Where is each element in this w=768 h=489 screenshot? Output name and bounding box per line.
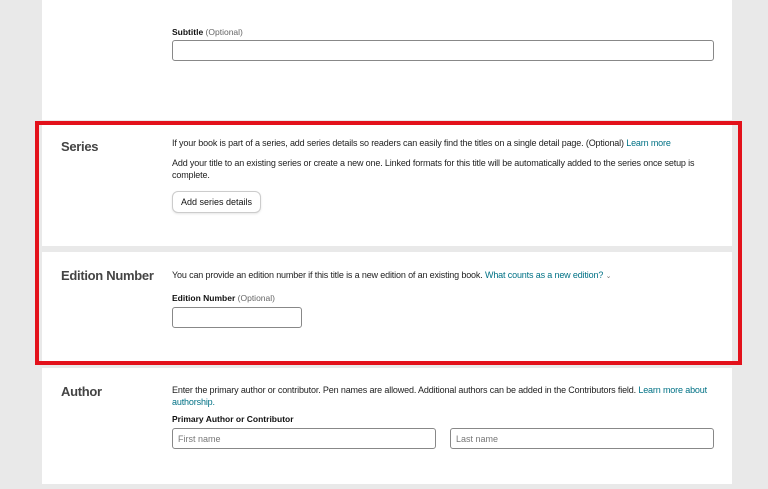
edition-section: Edition Number You can provide an editio… [42, 252, 732, 362]
edition-help-link[interactable]: What counts as a new edition? ⌄ [485, 270, 611, 280]
edition-description: You can provide an edition number if thi… [172, 270, 612, 280]
edition-number-input[interactable] [172, 307, 302, 328]
subtitle-input[interactable] [172, 40, 714, 61]
primary-author-label: Primary Author or Contributor [172, 414, 294, 424]
first-name-input[interactable] [172, 428, 436, 449]
author-description: Enter the primary author or contributor.… [172, 385, 707, 407]
edition-number-label: Edition Number (Optional) [172, 293, 275, 303]
series-heading: Series [61, 139, 99, 154]
series-section: Series If your book is part of a series,… [42, 122, 732, 246]
subtitle-section: Subtitle (Optional) [42, 0, 732, 120]
edition-heading: Edition Number [61, 268, 154, 283]
series-description: If your book is part of a series, add se… [172, 138, 671, 148]
chevron-down-icon: ⌄ [605, 273, 612, 280]
series-learn-more-link[interactable]: Learn more [626, 138, 671, 148]
author-section: Author Enter the primary author or contr… [42, 368, 732, 484]
last-name-input[interactable] [450, 428, 714, 449]
series-info: Add your title to an existing series or … [172, 158, 695, 180]
subtitle-label: Subtitle (Optional) [172, 27, 243, 37]
author-heading: Author [61, 384, 102, 399]
add-series-details-button[interactable]: Add series details [172, 191, 262, 213]
